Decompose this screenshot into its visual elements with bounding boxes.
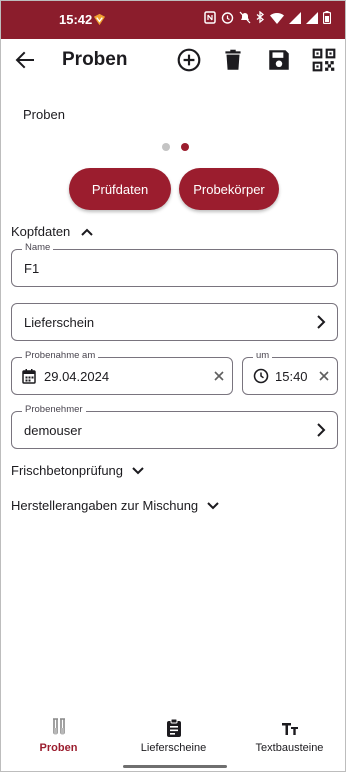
- add-circle-icon[interactable]: [176, 47, 202, 73]
- probenehmer-value: demouser: [24, 423, 82, 438]
- nav-item-textbausteine[interactable]: Textbausteine: [232, 709, 345, 765]
- herstellerangaben-header[interactable]: Herstellerangaben zur Mischung: [11, 498, 220, 513]
- probekoerper-button[interactable]: Probekörper: [179, 168, 279, 210]
- probenahme-date-value: 29.04.2024: [44, 369, 110, 384]
- system-icons: [204, 11, 331, 24]
- frischbeton-label: Frischbetonprüfung: [11, 463, 124, 478]
- clipboard-icon: [166, 718, 181, 737]
- app-screen: 15:42 Proben Proben Prüfdaten Probekörpe…: [0, 0, 346, 772]
- chevron-down-icon: [207, 501, 219, 509]
- chevron-up-icon: [81, 228, 93, 236]
- save-icon[interactable]: [266, 47, 292, 73]
- chevron-right-icon: [317, 423, 326, 437]
- notification-app-icon: [93, 13, 106, 26]
- clock-icon: [253, 368, 269, 384]
- name-field-value: F1: [24, 261, 40, 276]
- test-tubes-icon: [52, 718, 65, 735]
- frischbeton-header[interactable]: Frischbetonprüfung: [11, 463, 145, 478]
- signal-icon: [289, 11, 301, 24]
- lieferschein-select[interactable]: Lieferschein: [11, 303, 338, 341]
- name-field[interactable]: Name F1: [11, 242, 338, 287]
- probenahme-label: Probenahme am: [22, 350, 99, 361]
- app-bar: Proben: [1, 39, 345, 83]
- name-field-label: Name: [22, 242, 54, 253]
- mute-icon: [239, 11, 251, 24]
- nav-label-textbausteine: Textbausteine: [255, 742, 324, 754]
- nfc-icon: [204, 11, 216, 24]
- battery-icon: [323, 11, 331, 24]
- lieferschein-value: Lieferschein: [24, 315, 95, 330]
- back-arrow-icon[interactable]: [13, 48, 37, 72]
- signal-icon-2: [306, 11, 318, 24]
- probenehmer-select[interactable]: Probenehmer demouser: [11, 404, 338, 449]
- text-size-icon: [281, 723, 298, 735]
- um-time-value: 15:40: [275, 369, 308, 384]
- wifi-icon: [270, 12, 284, 24]
- page-indicator: [162, 143, 189, 151]
- qr-code-icon[interactable]: [311, 47, 337, 73]
- section-label: Proben: [23, 107, 65, 122]
- kopfdaten-header[interactable]: Kopfdaten: [11, 224, 94, 239]
- calendar-icon: [22, 369, 36, 384]
- pruefdaten-button[interactable]: Prüfdaten: [69, 168, 171, 210]
- um-time-field[interactable]: um 15:40: [242, 350, 338, 395]
- clear-time-icon[interactable]: [317, 369, 331, 383]
- chevron-down-icon: [132, 466, 144, 474]
- page-title: Proben: [62, 49, 128, 70]
- bottom-navigation: Proben Lieferscheine Textbausteine: [1, 709, 345, 771]
- chevron-right-icon: [317, 315, 326, 329]
- herstellerangaben-label: Herstellerangaben zur Mischung: [11, 498, 199, 513]
- nav-item-lieferscheine[interactable]: Lieferscheine: [116, 709, 231, 765]
- bluetooth-icon: [256, 11, 265, 24]
- nav-item-proben[interactable]: Proben: [1, 709, 116, 765]
- kopfdaten-label: Kopfdaten: [11, 224, 71, 239]
- clear-date-icon[interactable]: [212, 369, 226, 383]
- trash-icon[interactable]: [220, 47, 246, 73]
- nav-label-proben: Proben: [39, 742, 78, 754]
- probenehmer-label: Probenehmer: [22, 404, 86, 415]
- nav-label-lieferscheine: Lieferscheine: [140, 742, 207, 754]
- um-label: um: [253, 350, 273, 361]
- page-dot-2[interactable]: [181, 143, 189, 151]
- status-time: 15:42: [59, 12, 93, 27]
- gesture-bar[interactable]: [123, 765, 227, 768]
- alarm-icon: [221, 12, 234, 24]
- status-bar: 15:42: [1, 1, 345, 39]
- probenahme-date-field[interactable]: Probenahme am 29.04.2024: [11, 350, 233, 395]
- page-dot-1[interactable]: [162, 143, 170, 151]
